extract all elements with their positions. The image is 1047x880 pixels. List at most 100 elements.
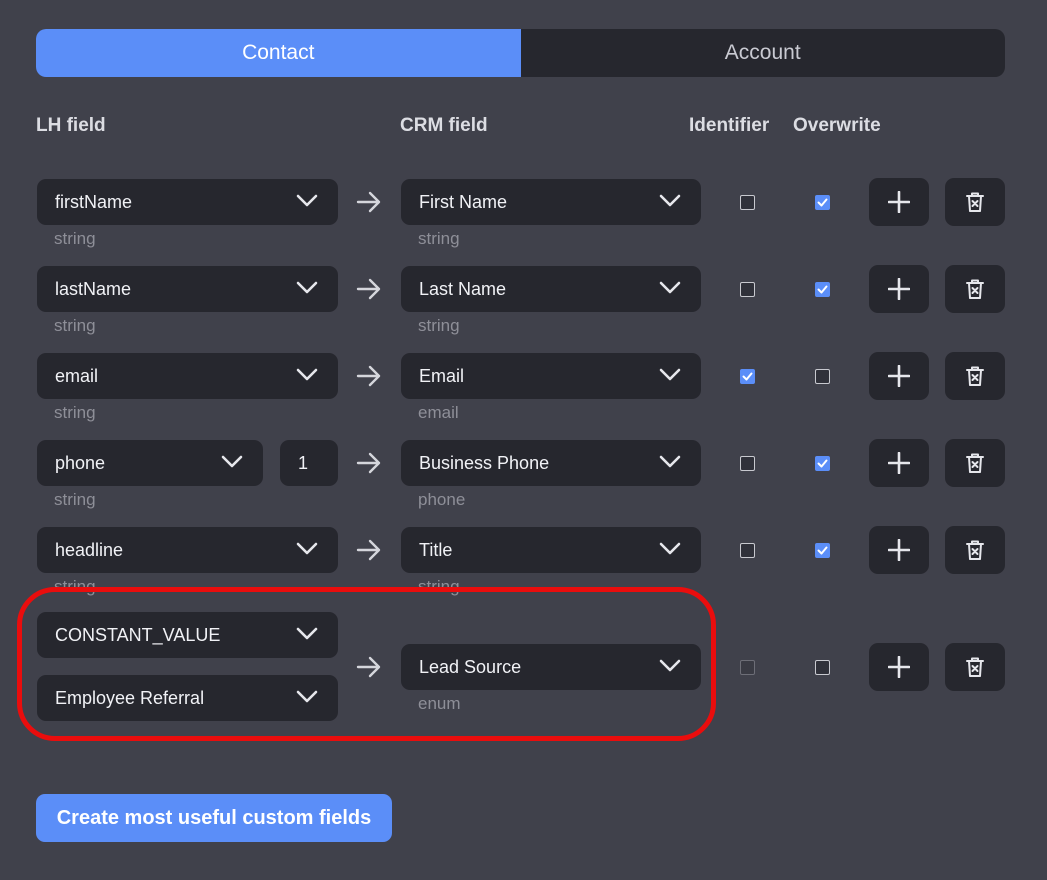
checkmark-icon (817, 285, 828, 294)
crm-field-type: enum (418, 694, 461, 713)
crm-field-type: string (418, 229, 460, 248)
lh-field-type: string (54, 229, 96, 248)
lh-field-type: string (54, 316, 96, 335)
lh-field-select[interactable]: headline (37, 527, 338, 573)
lh-field-value: email (55, 365, 99, 386)
identifier-checkbox[interactable] (740, 369, 755, 384)
trash-icon (966, 366, 984, 386)
delete-row-button[interactable] (945, 526, 1005, 574)
checkmark-icon (817, 546, 828, 555)
arrow-right-icon (356, 191, 381, 213)
add-row-button[interactable] (869, 526, 929, 574)
lh-field-type: string (54, 403, 96, 422)
crm-field-value: Lead Source (419, 656, 522, 677)
add-row-button[interactable] (869, 439, 929, 487)
plus-icon (888, 656, 910, 678)
plus-icon (888, 452, 910, 474)
lh-field-select[interactable]: lastName (37, 266, 338, 312)
identifier-checkbox[interactable] (740, 282, 755, 297)
overwrite-checkbox[interactable] (815, 282, 830, 297)
overwrite-checkbox[interactable] (815, 195, 830, 210)
header-overwrite: Overwrite (793, 115, 881, 136)
overwrite-checkbox[interactable] (815, 660, 830, 675)
crm-field-select[interactable]: Last Name (401, 266, 701, 312)
chevron-down-icon (296, 542, 318, 555)
plus-icon (888, 539, 910, 561)
entity-tabs: Contact Account (36, 29, 1005, 77)
chevron-down-icon (659, 281, 681, 294)
overwrite-checkbox[interactable] (815, 456, 830, 471)
chevron-down-icon (659, 659, 681, 672)
constant-value-select[interactable]: Employee Referral (37, 675, 338, 721)
lh-field-type: string (54, 490, 96, 509)
crm-field-select[interactable]: Lead Source (401, 644, 701, 690)
delete-row-button[interactable] (945, 643, 1005, 691)
trash-icon (966, 657, 984, 677)
lh-field-select[interactable]: email (37, 353, 338, 399)
create-custom-fields-button[interactable]: Create most useful custom fields (36, 794, 392, 842)
trash-icon (966, 453, 984, 473)
tab-contact[interactable]: Contact (36, 29, 521, 77)
trash-icon (966, 540, 984, 560)
crm-field-value: Email (419, 365, 465, 386)
lh-field-select[interactable]: firstName (37, 179, 338, 225)
add-row-button[interactable] (869, 265, 929, 313)
arrow-right-icon (356, 656, 381, 678)
add-row-button[interactable] (869, 352, 929, 400)
lh-field-index-value: 1 (298, 452, 309, 473)
identifier-checkbox (740, 660, 755, 675)
delete-row-button[interactable] (945, 439, 1005, 487)
crm-field-value: Title (419, 539, 453, 560)
lh-field-value: lastName (55, 278, 132, 299)
arrow-right-icon (356, 539, 381, 561)
crm-field-type: string (418, 577, 460, 596)
chevron-down-icon (296, 281, 318, 294)
chevron-down-icon (296, 368, 318, 381)
trash-icon (966, 192, 984, 212)
add-row-button[interactable] (869, 643, 929, 691)
identifier-checkbox[interactable] (740, 456, 755, 471)
plus-icon (888, 278, 910, 300)
crm-field-select[interactable]: Title (401, 527, 701, 573)
header-crm-field: CRM field (400, 115, 488, 136)
crm-field-select[interactable]: First Name (401, 179, 701, 225)
delete-row-button[interactable] (945, 178, 1005, 226)
arrow-right-icon (356, 452, 381, 474)
header-identifier: Identifier (689, 115, 770, 136)
tab-account[interactable]: Account (521, 29, 1006, 77)
trash-icon (966, 279, 984, 299)
chevron-down-icon (296, 194, 318, 207)
lh-field-select[interactable]: CONSTANT_VALUE (37, 612, 338, 658)
chevron-down-icon (296, 627, 318, 640)
crm-field-value: First Name (419, 191, 508, 212)
checkmark-icon (817, 459, 828, 468)
plus-icon (888, 191, 910, 213)
identifier-checkbox[interactable] (740, 543, 755, 558)
add-row-button[interactable] (869, 178, 929, 226)
arrow-right-icon (356, 365, 381, 387)
lh-field-value: firstName (55, 191, 133, 212)
checkmark-icon (742, 372, 753, 381)
crm-field-type: email (418, 403, 459, 422)
plus-icon (888, 365, 910, 387)
chevron-down-icon (659, 455, 681, 468)
lh-field-select[interactable]: phone (37, 440, 263, 486)
overwrite-checkbox[interactable] (815, 543, 830, 558)
overwrite-checkbox[interactable] (815, 369, 830, 384)
identifier-checkbox[interactable] (740, 195, 755, 210)
chevron-down-icon (659, 542, 681, 555)
lh-field-value: phone (55, 452, 106, 473)
chevron-down-icon (659, 194, 681, 207)
delete-row-button[interactable] (945, 352, 1005, 400)
constant-value: Employee Referral (55, 687, 205, 708)
checkmark-icon (817, 198, 828, 207)
lh-field-value: CONSTANT_VALUE (55, 624, 221, 645)
lh-field-index-input[interactable]: 1 (280, 440, 338, 486)
lh-field-value: headline (55, 539, 124, 560)
delete-row-button[interactable] (945, 265, 1005, 313)
chevron-down-icon (221, 455, 243, 468)
crm-field-value: Business Phone (419, 452, 550, 473)
crm-field-select[interactable]: Email (401, 353, 701, 399)
crm-field-select[interactable]: Business Phone (401, 440, 701, 486)
chevron-down-icon (296, 690, 318, 703)
